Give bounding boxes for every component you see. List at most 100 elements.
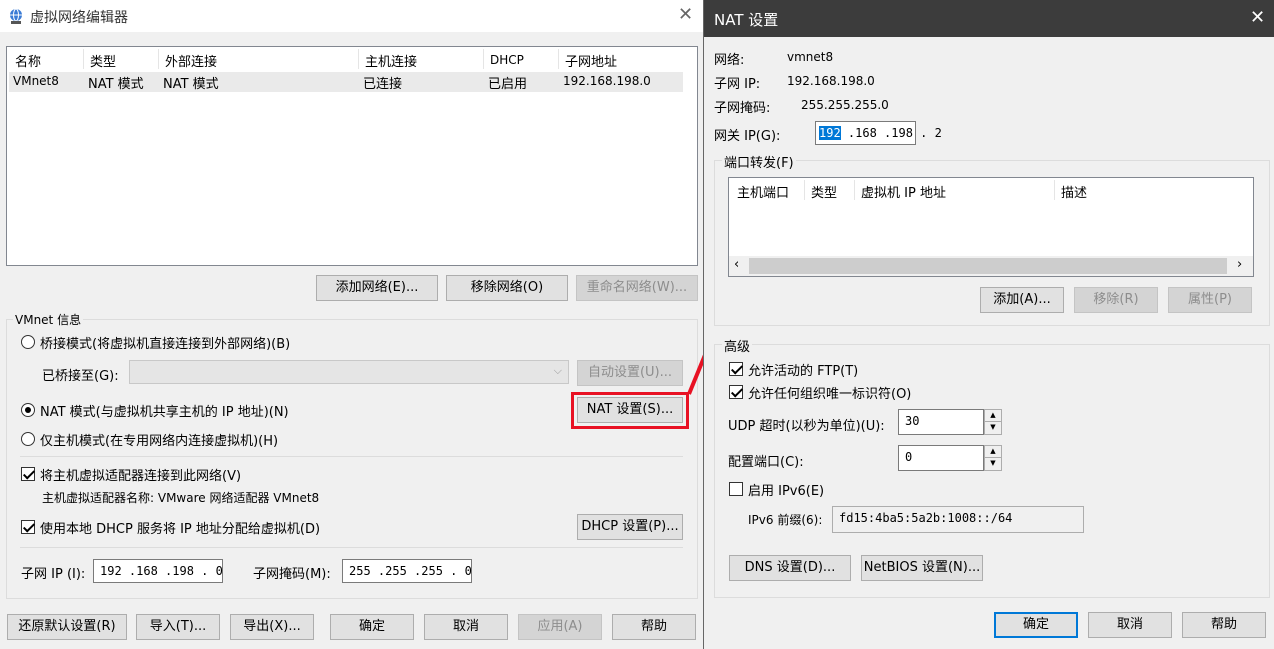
use-dhcp-label[interactable]: 使用本地 DHCP 服务将 IP 地址分配给虚拟机(D) bbox=[40, 518, 320, 537]
col-name[interactable]: 名称 bbox=[15, 51, 41, 70]
title-bar: 虚拟网络编辑器 ✕ bbox=[0, 0, 703, 32]
spin-up-icon[interactable]: ▲ bbox=[985, 446, 1001, 458]
col-dhcp[interactable]: DHCP bbox=[490, 53, 524, 67]
scroll-right-icon[interactable]: › bbox=[1237, 257, 1242, 272]
bridge-mode-radio[interactable] bbox=[21, 335, 35, 349]
nat-subnet-mask-value: 255.255.255.0 bbox=[801, 98, 889, 112]
allow-ftp-label[interactable]: 允许活动的 FTP(T) bbox=[748, 360, 858, 379]
gateway-field[interactable]: 192 .168 .198 . 2 bbox=[815, 121, 942, 145]
col-external[interactable]: 外部连接 bbox=[165, 51, 217, 70]
virtual-network-editor-window: 虚拟网络编辑器 ✕ 名称 类型 外部连接 主机连接 DHCP 子网地址 VMne… bbox=[0, 0, 703, 649]
apply-button[interactable]: 应用(A) bbox=[518, 614, 602, 640]
bridged-to-label: 已桥接至(G): bbox=[42, 369, 119, 384]
row-subnet: 192.168.198.0 bbox=[563, 74, 651, 88]
nat-settings-button[interactable]: NAT 设置(S)... bbox=[577, 397, 683, 423]
col-host[interactable]: 主机连接 bbox=[365, 51, 417, 70]
help-button[interactable]: 帮助 bbox=[612, 614, 696, 640]
nat-mode-radio[interactable] bbox=[21, 403, 35, 417]
host-only-radio[interactable] bbox=[21, 432, 35, 446]
row-host: 已连接 bbox=[363, 77, 403, 92]
scroll-thumb[interactable] bbox=[749, 258, 1227, 274]
ipv6-prefix-field[interactable]: fd15:4ba5:5a2b:1008::/64 bbox=[832, 506, 1084, 533]
allow-oui-checkbox[interactable] bbox=[729, 385, 743, 399]
vmnet-info-title: VMnet 信息 bbox=[13, 311, 84, 328]
subnet-mask-field[interactable]: 255 .255 .255 . 0 bbox=[342, 559, 472, 583]
pf-col-desc[interactable]: 描述 bbox=[1061, 182, 1087, 201]
row-dhcp: 已启用 bbox=[488, 77, 528, 92]
scroll-left-icon[interactable]: ‹ bbox=[734, 257, 739, 272]
horizontal-scrollbar[interactable]: ‹ › bbox=[729, 256, 1253, 276]
bridged-to-select[interactable]: ⌵ bbox=[129, 360, 569, 384]
close-icon[interactable]: ✕ bbox=[678, 4, 693, 25]
advanced-title: 高级 bbox=[722, 336, 753, 355]
pf-col-type[interactable]: 类型 bbox=[811, 182, 837, 201]
network-list[interactable]: 名称 类型 外部连接 主机连接 DHCP 子网地址 VMnet8 NAT 模式 … bbox=[6, 46, 698, 266]
col-type[interactable]: 类型 bbox=[90, 51, 116, 70]
netbios-settings-button[interactable]: NetBIOS 设置(N)... bbox=[861, 555, 983, 581]
chevron-down-icon: ⌵ bbox=[553, 364, 562, 377]
nat-settings-window: NAT 设置 ✕ 网络: vmnet8 子网 IP: 192.168.198.0… bbox=[703, 0, 1274, 649]
connect-adapter-checkbox[interactable] bbox=[21, 467, 35, 481]
cancel-button[interactable]: 取消 bbox=[424, 614, 508, 640]
nat-mode-label[interactable]: NAT 模式(与虚拟机共享主机的 IP 地址)(N) bbox=[40, 401, 289, 420]
add-network-button[interactable]: 添加网络(E)... bbox=[316, 275, 438, 301]
gateway-selected-text: 192 bbox=[819, 126, 841, 140]
config-port-field[interactable]: 0 bbox=[898, 445, 984, 471]
allow-ftp-checkbox[interactable] bbox=[729, 362, 743, 376]
ipv6-prefix-label: IPv6 前缀(6): bbox=[748, 513, 823, 527]
window-title: 虚拟网络编辑器 bbox=[30, 10, 128, 26]
udp-timeout-field[interactable]: 30 bbox=[898, 409, 984, 435]
port-forward-list[interactable]: 主机端口 类型 虚拟机 IP 地址 描述 ‹ › bbox=[728, 177, 1254, 277]
spin-down-icon[interactable]: ▼ bbox=[985, 422, 1001, 434]
nat-ok-button[interactable]: 确定 bbox=[994, 612, 1078, 638]
row-external: NAT 模式 bbox=[163, 77, 219, 92]
divider bbox=[20, 547, 683, 548]
nat-window-title: NAT 设置 bbox=[714, 11, 779, 29]
udp-timeout-label: UDP 超时(以秒为单位)(U): bbox=[728, 419, 885, 434]
close-icon[interactable]: ✕ bbox=[1250, 7, 1265, 28]
spin-up-icon[interactable]: ▲ bbox=[985, 410, 1001, 422]
config-port-label: 配置端口(C): bbox=[728, 455, 804, 470]
dhcp-settings-button[interactable]: DHCP 设置(P)... bbox=[577, 514, 683, 540]
list-header: 名称 类型 外部连接 主机连接 DHCP 子网地址 bbox=[7, 47, 697, 71]
host-only-label[interactable]: 仅主机模式(在专用网络内连接虚拟机)(H) bbox=[40, 430, 278, 449]
nat-help-button[interactable]: 帮助 bbox=[1182, 612, 1266, 638]
bridge-mode-label[interactable]: 桥接模式(将虚拟机直接连接到外部网络)(B) bbox=[40, 333, 290, 352]
network-globe-icon bbox=[10, 8, 22, 24]
row-type: NAT 模式 bbox=[88, 77, 144, 92]
row-name: VMnet8 bbox=[13, 74, 59, 88]
pf-properties-button[interactable]: 属性(P) bbox=[1168, 287, 1252, 313]
remove-network-button[interactable]: 移除网络(O) bbox=[446, 275, 568, 301]
subnet-ip-field[interactable]: 192 .168 .198 . 0 bbox=[93, 559, 223, 583]
table-row[interactable]: VMnet8 NAT 模式 NAT 模式 已连接 已启用 192.168.198… bbox=[9, 72, 683, 92]
ok-button[interactable]: 确定 bbox=[330, 614, 414, 640]
subnet-mask-label: 子网掩码(M): bbox=[253, 567, 331, 582]
pf-add-button[interactable]: 添加(A)... bbox=[980, 287, 1064, 313]
network-value: vmnet8 bbox=[787, 50, 834, 64]
enable-ipv6-label[interactable]: 启用 IPv6(E) bbox=[748, 480, 824, 499]
import-button[interactable]: 导入(T)... bbox=[136, 614, 220, 640]
enable-ipv6-checkbox[interactable] bbox=[729, 482, 743, 496]
auto-settings-button[interactable]: 自动设置(U)... bbox=[577, 360, 683, 386]
config-port-stepper[interactable]: ▲ ▼ bbox=[984, 445, 1002, 471]
udp-timeout-stepper[interactable]: ▲ ▼ bbox=[984, 409, 1002, 435]
nat-subnet-ip-label: 子网 IP: bbox=[714, 77, 761, 92]
restore-defaults-button[interactable]: 还原默认设置(R) bbox=[7, 614, 127, 640]
pf-remove-button[interactable]: 移除(R) bbox=[1074, 287, 1158, 313]
subnet-ip-label: 子网 IP (I): bbox=[21, 567, 86, 582]
use-dhcp-checkbox[interactable] bbox=[21, 520, 35, 534]
nat-title-bar: NAT 设置 ✕ bbox=[704, 0, 1274, 37]
export-button[interactable]: 导出(X)... bbox=[230, 614, 314, 640]
spin-down-icon[interactable]: ▼ bbox=[985, 458, 1001, 470]
divider bbox=[20, 456, 683, 457]
pf-col-vm-ip[interactable]: 虚拟机 IP 地址 bbox=[861, 182, 946, 201]
allow-oui-label[interactable]: 允许任何组织唯一标识符(O) bbox=[748, 383, 911, 402]
dns-settings-button[interactable]: DNS 设置(D)... bbox=[729, 555, 851, 581]
connect-adapter-label[interactable]: 将主机虚拟适配器连接到此网络(V) bbox=[40, 465, 241, 484]
port-forward-title: 端口转发(F) bbox=[722, 152, 796, 171]
nat-subnet-ip-value: 192.168.198.0 bbox=[787, 74, 875, 88]
gateway-rest-text: .168 .198 . 2 bbox=[840, 126, 942, 140]
col-subnet[interactable]: 子网地址 bbox=[565, 51, 617, 70]
pf-col-host-port[interactable]: 主机端口 bbox=[737, 182, 789, 201]
nat-cancel-button[interactable]: 取消 bbox=[1088, 612, 1172, 638]
